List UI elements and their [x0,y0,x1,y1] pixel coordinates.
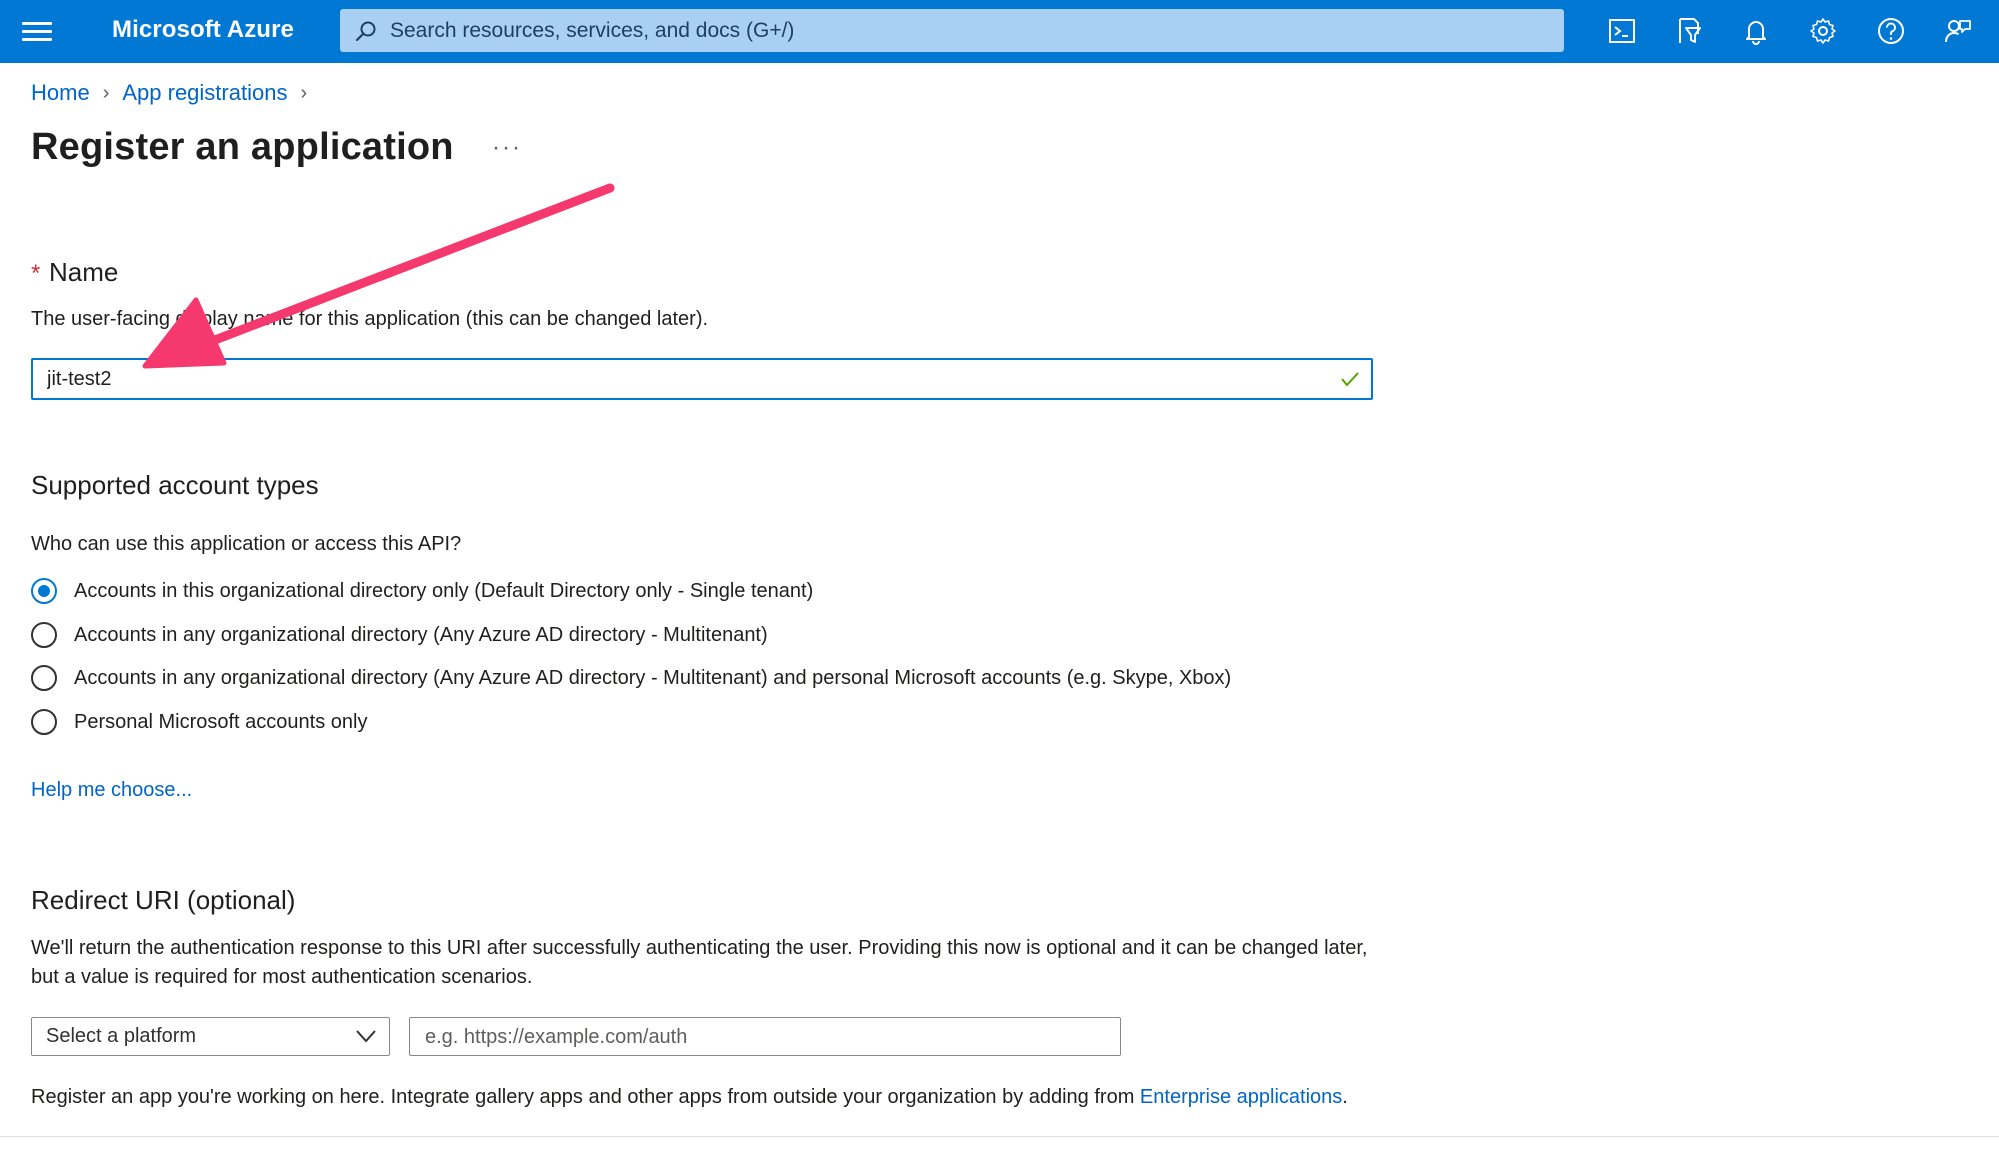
breadcrumb-home[interactable]: Home [31,80,90,106]
radio-option-single-tenant[interactable]: Accounts in this organizational director… [31,578,813,604]
radio-button[interactable] [31,665,57,691]
top-navigation-bar: Microsoft Azure [0,0,1999,63]
page-title: Register an application [31,126,454,168]
platform-select-value: Select a platform [46,1025,197,1047]
footer-text-end: . [1342,1086,1348,1108]
radio-option-personal-only[interactable]: Personal Microsoft accounts only [31,709,367,735]
breadcrumb-app-registrations[interactable]: App registrations [122,80,287,106]
redirect-uri-description: We'll return the authentication response… [31,937,1368,988]
footer-text: Register an app you're working on here. … [31,1083,1348,1112]
search-input[interactable] [388,15,1552,47]
name-label: Name [49,257,119,287]
search-icon [355,21,376,42]
name-description: The user-facing display name for this ap… [31,308,709,330]
notifications-bell-icon[interactable] [1738,13,1774,49]
chevron-down-icon [356,1030,376,1043]
radio-label: Personal Microsoft accounts only [74,710,368,733]
breadcrumb: Home › App registrations › [31,80,320,106]
feedback-icon[interactable] [1940,13,1976,49]
radio-option-multitenant[interactable]: Accounts in any organizational directory… [31,622,768,648]
footer-text-start: Register an app you're working on here. … [31,1086,1140,1108]
radio-label: Accounts in any organizational directory… [74,623,768,646]
radio-label: Accounts in this organizational director… [74,579,814,602]
radio-button[interactable] [31,578,57,604]
chevron-right-icon: › [300,81,308,104]
required-marker: * [31,260,41,287]
account-types-question: Who can use this application or access t… [31,533,462,555]
checkmark-icon [1341,372,1359,387]
platform-select[interactable]: Select a platform [31,1017,390,1056]
hamburger-menu-icon[interactable] [22,17,52,45]
enterprise-applications-link[interactable]: Enterprise applications [1140,1086,1342,1108]
help-question-icon[interactable] [1873,13,1909,49]
redirect-uri-field[interactable] [409,1017,1121,1056]
more-options-button[interactable]: ··· [492,134,522,162]
brand-title[interactable]: Microsoft Azure [112,16,294,44]
footer-divider [0,1136,1999,1137]
radio-button[interactable] [31,709,57,735]
redirect-uri-heading: Redirect URI (optional) [31,885,296,915]
help-me-choose-link[interactable]: Help me choose... [31,776,192,805]
name-input[interactable] [45,364,1319,394]
chevron-right-icon: › [102,81,110,104]
global-search-box[interactable] [340,9,1564,52]
account-types-heading: Supported account types [31,470,319,500]
radio-button[interactable] [31,622,57,648]
cloud-shell-icon[interactable] [1604,13,1640,49]
radio-label: Accounts in any organizational directory… [74,666,1232,689]
name-field[interactable] [31,358,1373,400]
radio-option-multitenant-personal[interactable]: Accounts in any organizational directory… [31,665,1231,691]
redirect-uri-input[interactable] [423,1023,1107,1051]
directory-filter-icon[interactable] [1671,13,1707,49]
settings-gear-icon[interactable] [1805,13,1841,49]
